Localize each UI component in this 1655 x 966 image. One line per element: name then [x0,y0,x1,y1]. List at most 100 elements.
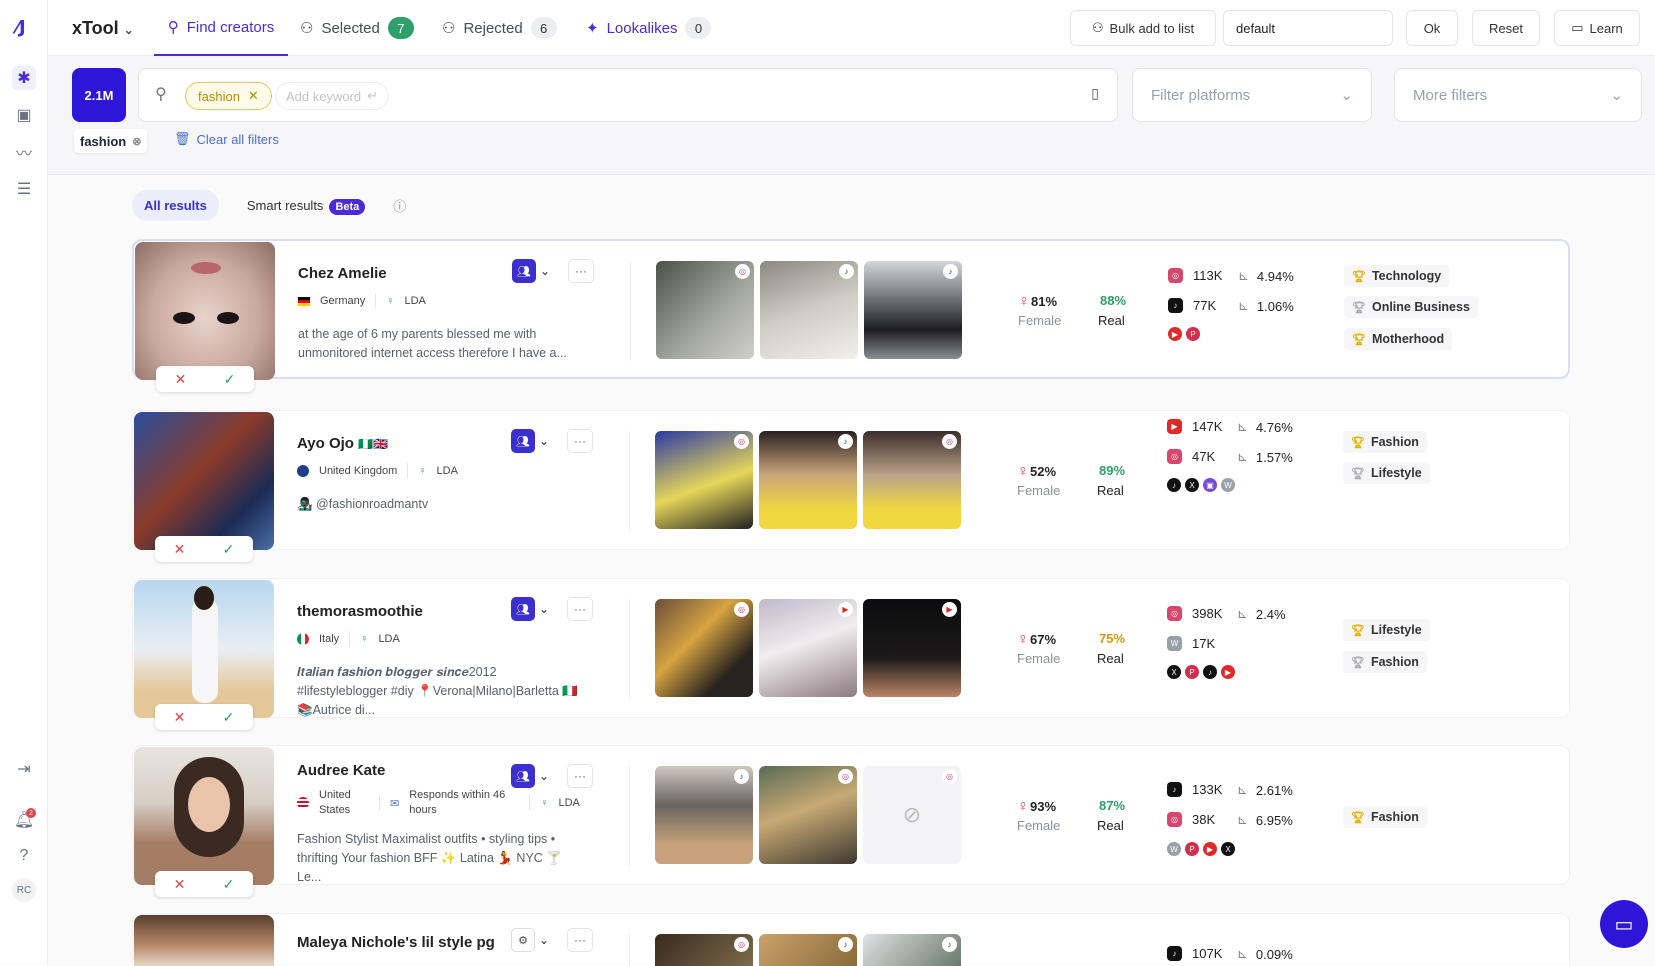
creator-card[interactable]: ✕ ✓ Chez Amelie Germany ♀ LDA at the age … [132,239,1570,392]
accept-icon[interactable]: ✓ [223,876,235,893]
chevron-down-icon[interactable]: ⌄ [539,434,549,448]
more-filters-select[interactable]: More filters ⌄ [1394,68,1642,122]
topic-tag[interactable]: 🏆︎ Fashion [1343,651,1427,673]
app-switcher[interactable]: xTool ⌄ [72,18,134,39]
more-options-button[interactable]: ··· [568,259,594,283]
help-icon[interactable]: ? [12,844,36,868]
filter-platforms-select[interactable]: Filter platforms ⌄ [1132,68,1372,122]
learn-button[interactable]: ▭ Learn [1554,10,1640,46]
creator-avatar[interactable] [134,412,274,550]
add-keyword-input[interactable]: Add keyword ↵ [275,82,390,110]
creator-avatar[interactable] [135,242,275,380]
add-to-list-control[interactable]: ⚙︎ ⌄ [511,928,549,952]
pinterest-icon[interactable]: P [1185,665,1199,679]
topic-tag[interactable]: 🏆︎ Lifestyle [1343,619,1430,641]
add-to-list-control[interactable]: 👥︎ ⌄ [511,429,549,453]
reject-icon[interactable]: ✕ [174,541,186,558]
creator-card[interactable]: ✕ ✓ Audree Kate United States ✉ Responds … [132,745,1570,897]
content-thumbnail[interactable]: ♪ [864,261,962,359]
topic-tag[interactable]: 🏆︎ Fashion [1343,431,1427,453]
remove-filter-icon[interactable]: ⊗ [132,135,141,148]
ok-button[interactable]: Ok [1406,10,1458,46]
content-thumbnail[interactable]: ♪ [655,766,753,864]
more-options-button[interactable]: ··· [567,928,593,952]
active-filter-chip[interactable]: fashion ⊗ [74,129,148,153]
content-thumbnail[interactable]: ◎ [759,766,857,864]
remove-keyword-icon[interactable]: ✕ [248,88,259,104]
tab-all-results[interactable]: All results [132,190,219,221]
content-thumbnail[interactable]: ◎ [655,431,753,529]
creator-avatar[interactable] [134,915,274,966]
accept-icon[interactable]: ✓ [223,541,235,558]
topic-tag[interactable]: 🏆︎ Fashion [1343,806,1427,828]
info-icon[interactable]: ⓘ [393,196,406,215]
wordpress-icon[interactable]: W [1167,842,1181,856]
keyword-chip[interactable]: fashion ✕ [185,82,272,110]
chat-support-button[interactable]: ▭ [1600,900,1648,948]
content-thumbnail[interactable]: ♪ [760,261,858,359]
briefcase-icon[interactable]: ▣ [12,103,36,127]
more-options-button[interactable]: ··· [567,764,593,788]
content-thumbnail[interactable]: ♪ [863,934,961,966]
tab-rejected[interactable]: ⚇ Rejected 6 [442,0,557,56]
creator-name[interactable]: Audree Kate [297,762,385,779]
content-thumbnail[interactable]: ♪ [759,431,857,529]
creator-name[interactable]: themorasmoothie [297,603,423,620]
reject-icon[interactable]: ✕ [174,709,186,726]
creator-name[interactable]: Maleya Nichole's lil style pg [297,934,495,951]
accept-icon[interactable]: ✓ [224,371,236,388]
x-icon[interactable]: X [1185,478,1199,492]
reject-icon[interactable]: ✕ [175,371,187,388]
content-thumbnail[interactable]: ◎ [655,934,753,966]
tab-smart-results[interactable]: Smart results Beta [235,190,377,221]
accept-icon[interactable]: ✓ [223,709,235,726]
group-icon[interactable]: 👥︎ [511,597,535,621]
content-thumbnail[interactable]: ◎ [863,431,961,529]
tiktok-icon[interactable]: ♪ [1203,665,1217,679]
list-icon[interactable]: ☰ [12,177,36,201]
topic-tag[interactable]: 🏆︎ Technology [1344,265,1450,287]
tiktok-icon[interactable]: ♪ [1167,478,1181,492]
tab-find-creators[interactable]: ⚲ Find creators [154,0,288,56]
add-to-list-control[interactable]: 👥︎ ⌄ [511,597,549,621]
twitch-icon[interactable]: ▣ [1203,478,1217,492]
chevron-down-icon[interactable]: ⌄ [539,933,549,947]
creator-card[interactable]: ✕ ✓ Ayo Ojo 🇳🇬🇬🇧 United Kingdom ♀ LDA 👨🏿‍… [132,410,1570,562]
x-icon[interactable]: X [1221,842,1235,856]
creator-avatar[interactable] [134,580,274,718]
group-icon[interactable]: ⚙︎ [511,928,535,952]
list-name-input[interactable]: default [1223,10,1393,46]
chevron-down-icon[interactable]: ⌄ [539,602,549,616]
more-options-button[interactable]: ··· [567,597,593,621]
creator-avatar[interactable] [134,747,274,885]
youtube-icon[interactable]: ▶ [1168,327,1182,341]
youtube-icon[interactable]: ▶ [1203,842,1217,856]
topic-tag[interactable]: 🏆︎ Online Business [1344,296,1478,318]
content-thumbnail[interactable]: ◎ [656,261,754,359]
add-to-list-control[interactable]: 👥︎ ⌄ [511,764,549,788]
group-icon[interactable]: 👥︎ [511,764,535,788]
bookmark-icon[interactable]: ▯ [1091,85,1099,102]
bulk-add-button[interactable]: ⚇ Bulk add to list [1070,10,1216,46]
add-to-list-control[interactable]: 👥︎ ⌄ [512,259,550,283]
analytics-icon[interactable]: 〰 [12,140,36,164]
creator-name[interactable]: Ayo Ojo [297,435,354,452]
reject-icon[interactable]: ✕ [174,876,186,893]
x-icon[interactable]: X [1167,665,1181,679]
creator-name[interactable]: Chez Amelie [298,265,387,282]
topic-tag[interactable]: 🏆︎ Motherhood [1344,328,1453,350]
group-icon[interactable]: 👥︎ [512,259,536,283]
tab-selected[interactable]: ⚇ Selected 7 [300,0,414,56]
creator-card[interactable]: Maleya Nichole's lil style pg ⚙︎ ⌄ ··· ◎ … [132,913,1570,966]
tab-lookalikes[interactable]: ✦ Lookalikes 0 [586,0,712,56]
content-thumbnail[interactable]: ◎ [655,599,753,697]
content-thumbnail[interactable]: ▶ [759,599,857,697]
chevron-down-icon[interactable]: ⌄ [539,769,549,783]
clear-all-filters-link[interactable]: 🗑︎ Clear all filters [174,131,279,147]
pinterest-icon[interactable]: P [1186,327,1200,341]
chevron-down-icon[interactable]: ⌄ [540,264,550,278]
user-avatar[interactable]: RC [12,878,36,902]
topic-tag[interactable]: 🏆︎ Lifestyle [1343,462,1430,484]
collapse-sidebar-icon[interactable]: ⇥ [12,757,36,781]
content-thumbnail[interactable]: ♪ [759,934,857,966]
